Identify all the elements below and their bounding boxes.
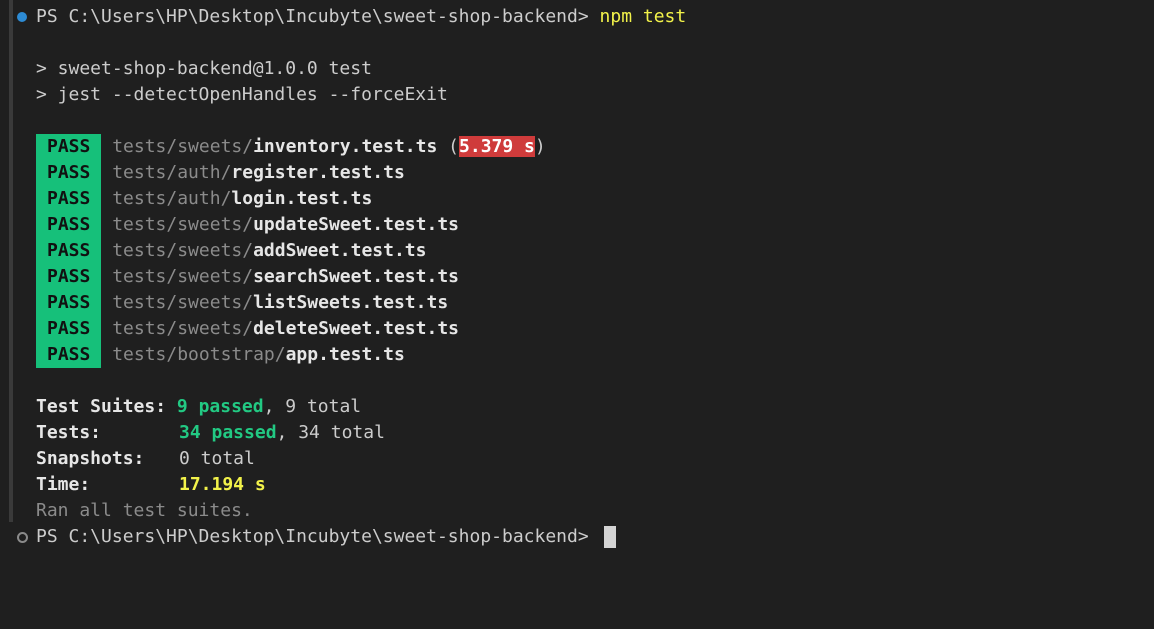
command-gutter-bar <box>9 0 13 522</box>
test-file-dir: tests/sweets/ <box>112 266 254 287</box>
test-file-dir: tests/auth/ <box>112 162 232 183</box>
slow-test-time: 5.379 s <box>459 136 535 157</box>
test-result-row: PASS tests/sweets/inventory.test.ts (5.3… <box>36 134 546 160</box>
test-file-dir: tests/sweets/ <box>112 240 254 261</box>
pass-badge: PASS <box>36 134 102 160</box>
test-result-row: PASS tests/auth/login.test.ts <box>36 186 372 212</box>
test-file-name: login.test.ts <box>231 188 373 209</box>
test-file-name: updateSweet.test.ts <box>253 214 459 235</box>
pass-badge: PASS <box>36 238 102 264</box>
pass-badge: PASS <box>36 264 102 290</box>
test-file-name: register.test.ts <box>231 162 405 183</box>
snapshots-value: 0 total <box>179 448 255 469</box>
prompt-path: PS C:\Users\HP\Desktop\Incubyte\sweet-sh… <box>36 526 589 547</box>
summary-tests: Tests: 34 passed, 34 total <box>36 420 385 446</box>
test-file-dir: tests/bootstrap/ <box>112 344 286 365</box>
test-file-dir: tests/sweets/ <box>112 318 254 339</box>
terminal-panel[interactable]: PS C:\Users\HP\Desktop\Incubyte\sweet-sh… <box>0 0 1154 629</box>
test-result-row: PASS tests/sweets/searchSweet.test.ts <box>36 264 459 290</box>
test-file-name: deleteSweet.test.ts <box>253 318 459 339</box>
prompt-path: PS C:\Users\HP\Desktop\Incubyte\sweet-sh… <box>36 6 589 27</box>
test-file-dir: tests/auth/ <box>112 188 232 209</box>
prompt-line: PS C:\Users\HP\Desktop\Incubyte\sweet-sh… <box>36 4 686 30</box>
test-result-row: PASS tests/sweets/deleteSweet.test.ts <box>36 316 459 342</box>
test-file-name: inventory.test.ts <box>253 136 438 157</box>
pass-badge: PASS <box>36 290 102 316</box>
test-file-name: listSweets.test.ts <box>253 292 449 313</box>
pass-badge: PASS <box>36 342 102 368</box>
summary-label: Snapshots: <box>36 448 145 469</box>
pass-badge: PASS <box>36 212 102 238</box>
test-result-row: PASS tests/sweets/addSweet.test.ts <box>36 238 426 264</box>
text-cursor <box>603 526 616 548</box>
test-file-dir: tests/sweets/ <box>112 214 254 235</box>
test-file-name: addSweet.test.ts <box>253 240 427 261</box>
script-line-text: > jest --detectOpenHandles --forceExit <box>36 84 448 105</box>
test-result-row: PASS tests/bootstrap/app.test.ts <box>36 342 405 368</box>
test-file-name: app.test.ts <box>285 344 405 365</box>
test-time-open: ( <box>437 136 460 157</box>
ran-all-message: Ran all test suites. <box>36 500 253 521</box>
test-result-row: PASS tests/sweets/listSweets.test.ts <box>36 290 448 316</box>
time-value: 17.194 s <box>179 474 266 495</box>
suites-passed: 9 passed <box>176 396 264 417</box>
prompt-line: PS C:\Users\HP\Desktop\Incubyte\sweet-sh… <box>36 524 616 550</box>
summary-snapshots: Snapshots: 0 total <box>36 446 255 472</box>
test-result-row: PASS tests/sweets/updateSweet.test.ts <box>36 212 459 238</box>
test-file-dir: tests/sweets/ <box>112 136 254 157</box>
pass-badge: PASS <box>36 160 102 186</box>
summary-label: Tests: <box>36 422 102 443</box>
prompt-command: npm test <box>599 6 687 27</box>
summary-time: Time: 17.194 s <box>36 472 266 498</box>
summary-label: Test Suites: <box>36 396 167 417</box>
tests-passed: 34 passed <box>179 422 277 443</box>
pass-badge: PASS <box>36 316 102 342</box>
summary-label: Time: <box>36 474 91 495</box>
tests-total: , 34 total <box>276 422 385 443</box>
pass-badge: PASS <box>36 186 102 212</box>
summary-suites: Test Suites: 9 passed, 9 total <box>36 394 361 420</box>
script-line: > jest --detectOpenHandles --forceExit <box>36 82 448 108</box>
command-decoration-empty-icon[interactable] <box>17 532 28 543</box>
script-line: > sweet-shop-backend@1.0.0 test <box>36 56 372 82</box>
test-file-dir: tests/sweets/ <box>112 292 254 313</box>
script-line-text: > sweet-shop-backend@1.0.0 test <box>36 58 372 79</box>
test-file-name: searchSweet.test.ts <box>253 266 459 287</box>
suites-total: , 9 total <box>263 396 362 417</box>
test-result-row: PASS tests/auth/register.test.ts <box>36 160 405 186</box>
test-time-close: ) <box>534 136 546 157</box>
command-decoration-icon[interactable] <box>17 12 27 22</box>
